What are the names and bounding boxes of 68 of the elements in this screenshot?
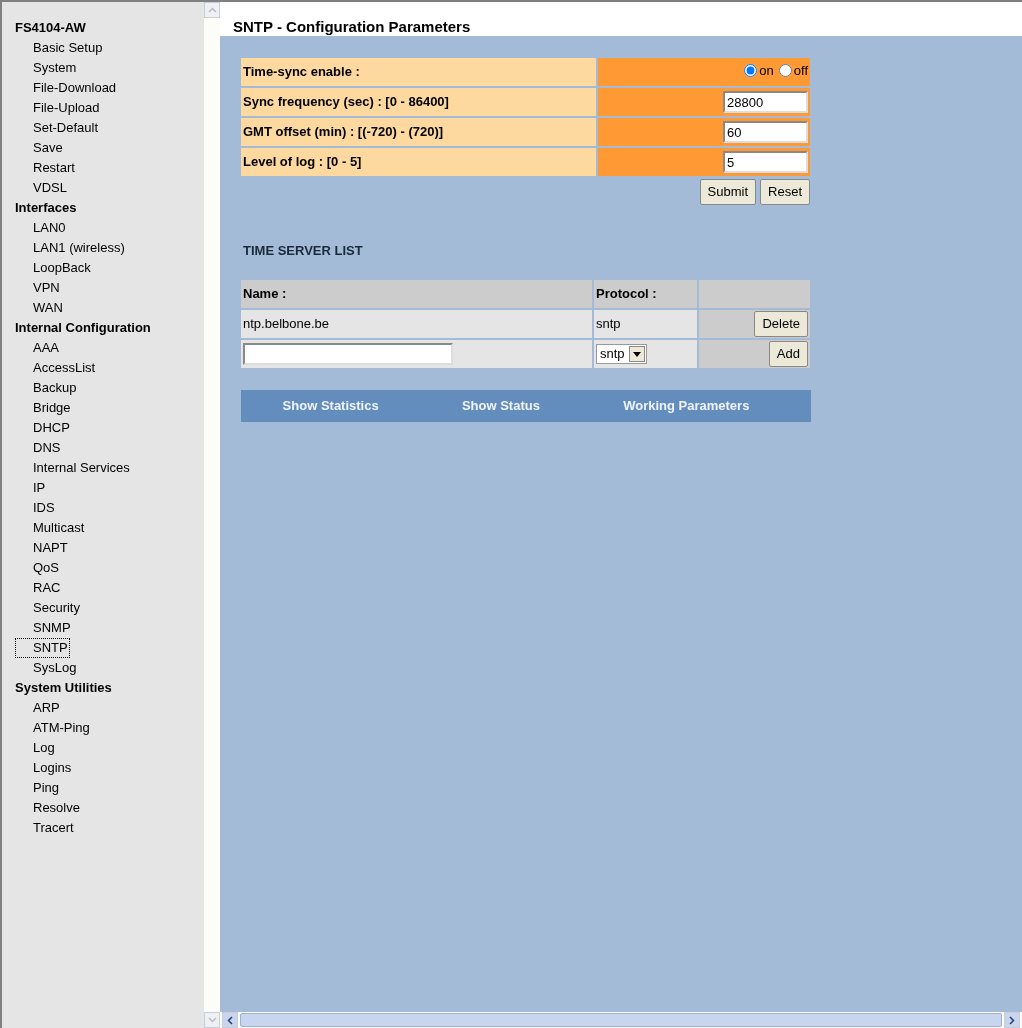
sidebar-link[interactable]: ARP: [31, 698, 62, 718]
column-header: Protocol :: [594, 280, 699, 308]
sidebar-link[interactable]: Ping: [31, 778, 62, 798]
sidebar-link[interactable]: Internal Services: [31, 458, 132, 478]
sidebar-heading: FS4104-AW: [15, 20, 86, 35]
input-field[interactable]: 28800: [723, 91, 808, 113]
sidebar-link[interactable]: LoopBack: [31, 258, 93, 278]
sidebar-link[interactable]: AccessList: [31, 358, 98, 378]
sidebar-link[interactable]: Basic Setup: [31, 38, 105, 58]
sidebar-link[interactable]: QoS: [31, 558, 61, 578]
scroll-left-button[interactable]: [222, 1012, 238, 1028]
sidebar-link[interactable]: SNTP: [15, 638, 70, 658]
sidebar-link[interactable]: Multicast: [31, 518, 87, 538]
scroll-right-button[interactable]: [1004, 1012, 1020, 1028]
field-label: Level of log : [0 - 5]: [241, 148, 598, 176]
sidebar-link[interactable]: LAN0: [31, 218, 68, 238]
input-field[interactable]: [243, 343, 453, 365]
sidebar-link[interactable]: Bridge: [31, 398, 73, 418]
sidebar-link[interactable]: SNMP: [31, 618, 73, 638]
sidebar-link[interactable]: LAN1 (wireless): [31, 238, 127, 258]
field-label: GMT offset (min) : [(-720) - (720)]: [241, 118, 598, 146]
sidebar-link[interactable]: AAA: [31, 338, 61, 358]
sidebar-link[interactable]: IDS: [31, 498, 57, 518]
sidebar-link[interactable]: Security: [31, 598, 82, 618]
input-field[interactable]: 60: [723, 121, 808, 143]
scrollbar-thumb[interactable]: [240, 1013, 1002, 1027]
dropdown-caret-icon: [632, 351, 641, 357]
sidebar-link[interactable]: SysLog: [31, 658, 79, 678]
field-label: Sync frequency (sec) : [0 - 86400]: [241, 88, 598, 116]
field-label: Time-sync enable :: [241, 58, 598, 86]
sidebar-heading: Internal Configuration: [15, 320, 151, 335]
sidebar-link[interactable]: NAPT: [31, 538, 70, 558]
sidebar-link[interactable]: IP: [31, 478, 48, 498]
reset-button[interactable]: Reset: [760, 179, 810, 205]
table-cell: sntp: [594, 310, 699, 338]
radio-label: on: [759, 62, 774, 81]
sidebar-link[interactable]: System: [31, 58, 79, 78]
sidebar-link[interactable]: RAC: [31, 578, 63, 598]
sidebar-link[interactable]: Log: [31, 738, 57, 758]
radio-label: off: [793, 62, 808, 81]
sidebar-link[interactable]: Save: [31, 138, 65, 158]
add-button[interactable]: Add: [768, 341, 808, 367]
sidebar-link[interactable]: Resolve: [31, 798, 82, 818]
sidebar-link[interactable]: WAN: [31, 298, 65, 318]
sidebar-link[interactable]: Set-Default: [31, 118, 101, 138]
column-header: Name :: [241, 280, 594, 308]
radio-button[interactable]: [778, 64, 792, 78]
protocol-dropdown[interactable]: sntp: [596, 344, 647, 364]
sidebar-link[interactable]: Tracert: [31, 818, 76, 838]
sidebar-heading: Interfaces: [15, 200, 77, 215]
delete-button[interactable]: Delete: [754, 311, 808, 337]
submit-button[interactable]: Submit: [699, 179, 757, 205]
sidebar-link[interactable]: VDSL: [31, 178, 69, 198]
table-cell: ntp.belbone.be: [241, 310, 594, 338]
section-title: TIME SERVER LIST: [243, 242, 363, 258]
sidebar-link[interactable]: DHCP: [31, 418, 72, 438]
radio-button[interactable]: [744, 64, 758, 78]
sidebar-link[interactable]: File-Upload: [31, 98, 102, 118]
sidebar-link[interactable]: Backup: [31, 378, 79, 398]
sidebar-link[interactable]: Restart: [31, 158, 77, 178]
page-title: SNTP - Configuration Parameters: [233, 18, 471, 35]
sidebar-link[interactable]: Logins: [31, 758, 74, 778]
sidebar-heading: System Utilities: [15, 680, 112, 695]
sidebar-link[interactable]: VPN: [31, 278, 62, 298]
input-field[interactable]: 5: [723, 151, 808, 173]
sidebar-link[interactable]: DNS: [31, 438, 63, 458]
sidebar-link[interactable]: ATM-Ping: [31, 718, 92, 738]
sidebar-link[interactable]: File-Download: [31, 78, 119, 98]
